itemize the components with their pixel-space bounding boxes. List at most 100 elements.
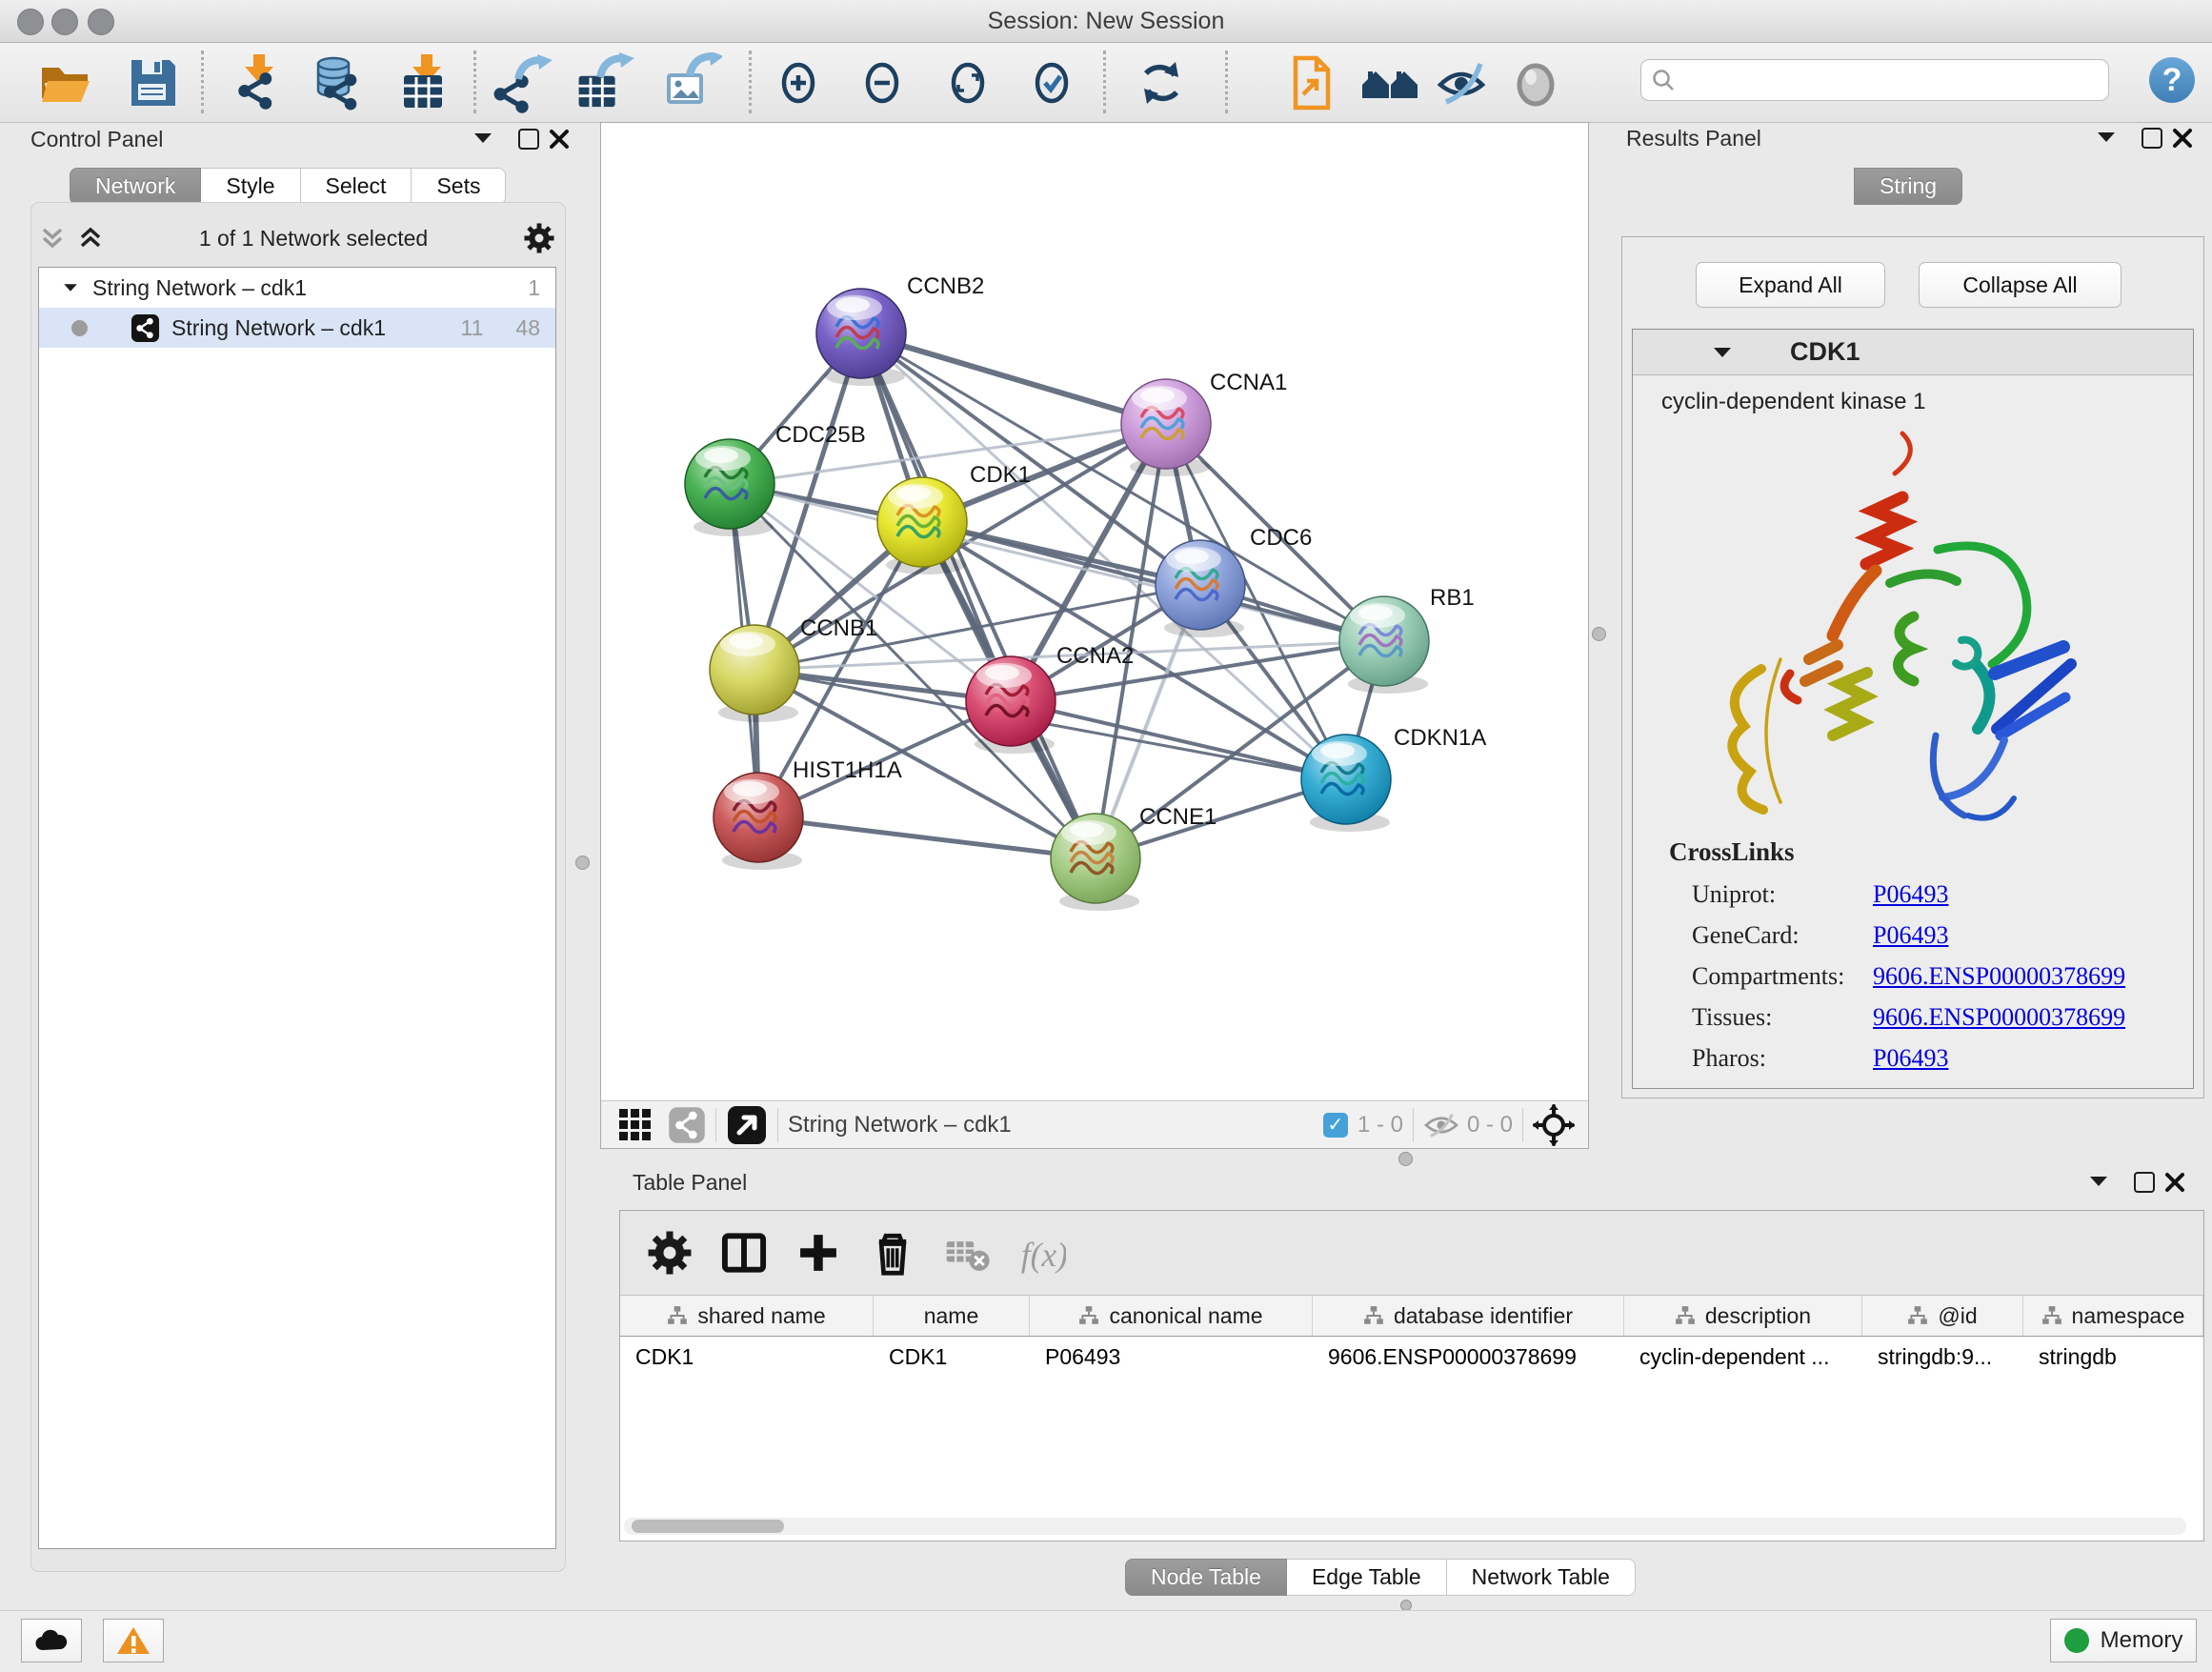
hidden-elements-eye-icon[interactable] [1423, 1111, 1459, 1139]
import-network-from-database-icon[interactable] [311, 52, 372, 113]
table-panel-menu-icon[interactable] [2090, 1177, 2107, 1186]
right-splitter-grip[interactable] [1592, 627, 1606, 641]
network-node-CCNE1[interactable]: CCNE1 [1051, 804, 1217, 911]
tab-network[interactable]: Network [70, 168, 201, 205]
tab-network-table[interactable]: Network Table [1447, 1559, 1636, 1596]
table-horizontal-scrollbar[interactable] [624, 1518, 2186, 1535]
search-field[interactable] [1640, 59, 2109, 101]
network-node-HIST1H1A[interactable]: HIST1H1A [714, 757, 902, 870]
network-node-CDKN1A[interactable]: CDKN1A [1301, 725, 1486, 832]
column-header-namespace[interactable]: namespace [2023, 1296, 2203, 1336]
horizontal-splitter-grip[interactable] [1398, 1152, 1413, 1166]
collapse-entry-icon[interactable] [1714, 348, 1731, 357]
tab-style[interactable]: Style [201, 168, 300, 205]
open-session-icon[interactable] [34, 52, 95, 113]
network-node-RB1[interactable]: RB1 [1339, 585, 1475, 694]
add-column-icon[interactable] [794, 1228, 843, 1278]
scrollbar-thumb[interactable] [632, 1520, 784, 1533]
control-panel-float-icon[interactable] [518, 129, 539, 150]
collapse-all-button[interactable]: Collapse All [1919, 262, 2122, 308]
table-settings-gear-icon[interactable] [645, 1228, 694, 1278]
table-row[interactable]: CDK1CDK1P064939606.ENSP00000378699cyclin… [620, 1337, 2203, 1379]
home-icon[interactable] [1360, 52, 1421, 113]
column-header-label: description [1705, 1303, 1811, 1329]
zoom-fit-icon[interactable] [939, 52, 1000, 113]
table-panel-close-icon[interactable] [2164, 1172, 2185, 1193]
zoom-in-icon[interactable] [770, 52, 831, 113]
expand-all-chevron-icon[interactable] [76, 224, 105, 252]
network-options-gear-icon[interactable] [522, 221, 556, 255]
network-tree-row[interactable]: String Network – cdk1 1 [39, 268, 555, 308]
node-label-RB1: RB1 [1430, 585, 1475, 611]
warnings-button[interactable] [103, 1619, 164, 1662]
export-image-icon[interactable] [661, 52, 722, 113]
column-header-description[interactable]: description [1624, 1296, 1862, 1336]
left-splitter-grip[interactable] [575, 856, 590, 870]
birdseye-view-icon[interactable] [726, 1104, 768, 1146]
node-label-HIST1H1A: HIST1H1A [793, 757, 902, 783]
tab-select[interactable]: Select [301, 168, 412, 205]
tab-node-table[interactable]: Node Table [1125, 1559, 1287, 1596]
search-input[interactable] [1681, 67, 2108, 93]
column-header-database-identifier[interactable]: database identifier [1313, 1296, 1624, 1336]
gene-name: CDK1 [1790, 337, 1860, 367]
node-label-CCNE1: CCNE1 [1139, 804, 1217, 830]
crosslink-value-link[interactable]: 9606.ENSP00000378699 [1873, 962, 2125, 991]
refresh-layout-icon[interactable] [1132, 52, 1193, 113]
column-type-icon [667, 1305, 688, 1326]
export-network-icon[interactable] [493, 52, 554, 113]
tree-expander-icon[interactable] [64, 284, 77, 292]
help-icon[interactable]: ? [2149, 57, 2195, 103]
selected-nodes-checkbox[interactable]: ✓ [1323, 1113, 1348, 1138]
import-network-icon[interactable] [231, 52, 292, 113]
import-table-icon[interactable] [396, 52, 457, 113]
results-panel-close-icon[interactable] [2172, 128, 2193, 149]
collapse-all-chevron-icon[interactable] [38, 224, 67, 252]
hide-panel-icon[interactable] [1433, 52, 1494, 113]
table-panel-float-icon[interactable] [2134, 1172, 2155, 1193]
network-edge[interactable] [758, 817, 1096, 858]
column-header-name[interactable]: name [874, 1296, 1030, 1336]
control-panel-close-icon[interactable] [549, 129, 570, 150]
tab-edge-table[interactable]: Edge Table [1287, 1559, 1447, 1596]
column-header-shared-name[interactable]: shared name [620, 1296, 874, 1336]
save-session-icon[interactable] [122, 52, 183, 113]
column-header-canonical-name[interactable]: canonical name [1030, 1296, 1313, 1336]
memory-button[interactable]: Memory [2050, 1619, 2197, 1662]
table-panel-header: Table Panel [619, 1168, 2204, 1206]
cloud-button[interactable] [21, 1619, 82, 1662]
network-view[interactable]: CCNB2 CCNA1 CDC25B CDK1 CDC6 RB1 [600, 122, 1589, 1149]
expand-all-button[interactable]: Expand All [1696, 262, 1885, 308]
grid-view-icon[interactable] [616, 1106, 654, 1144]
delete-column-icon[interactable] [868, 1228, 917, 1278]
node-result-header[interactable]: CDK1 [1633, 330, 2193, 375]
crosslink-value-link[interactable]: P06493 [1873, 1044, 1948, 1073]
main-toolbar: ? [0, 43, 2212, 123]
results-panel-menu-icon[interactable] [2098, 132, 2115, 142]
network-graph[interactable]: CCNB2 CCNA1 CDC25B CDK1 CDC6 RB1 [601, 123, 1588, 1100]
crosslink-value-link[interactable]: P06493 [1873, 880, 1948, 909]
new-document-icon[interactable] [1280, 52, 1341, 113]
network-node-CDC6[interactable]: CDC6 [1156, 525, 1312, 637]
show-columns-icon[interactable] [719, 1228, 769, 1278]
column-type-icon [1675, 1305, 1696, 1326]
column-header--id[interactable]: @id [1862, 1296, 2023, 1336]
fit-selection-crosshair-icon[interactable] [1533, 1104, 1575, 1146]
tab-string[interactable]: String [1854, 168, 1962, 205]
crosslink-value-link[interactable]: P06493 [1873, 921, 1948, 950]
network-tree-row[interactable]: String Network – cdk1 1148 [39, 308, 555, 348]
preview-icon[interactable] [1505, 52, 1566, 113]
function-builder-icon[interactable]: f(x) [1016, 1228, 1066, 1278]
crosslink-row: Tissues: 9606.ENSP00000378699 [1669, 1003, 2193, 1032]
crosslink-value-link[interactable]: 9606.ENSP00000378699 [1873, 1003, 2125, 1032]
results-panel-title: Results Panel [1626, 126, 1761, 151]
export-table-icon[interactable] [573, 52, 634, 113]
results-panel-float-icon[interactable] [2142, 128, 2162, 149]
control-panel-menu-icon[interactable] [474, 133, 492, 143]
network-cascade-icon[interactable] [668, 1106, 706, 1144]
zoom-out-icon[interactable] [854, 52, 915, 113]
network-edge[interactable] [861, 333, 1166, 424]
delete-table-icon[interactable] [942, 1228, 992, 1278]
tab-sets[interactable]: Sets [412, 168, 506, 205]
zoom-selected-icon[interactable] [1023, 52, 1084, 113]
